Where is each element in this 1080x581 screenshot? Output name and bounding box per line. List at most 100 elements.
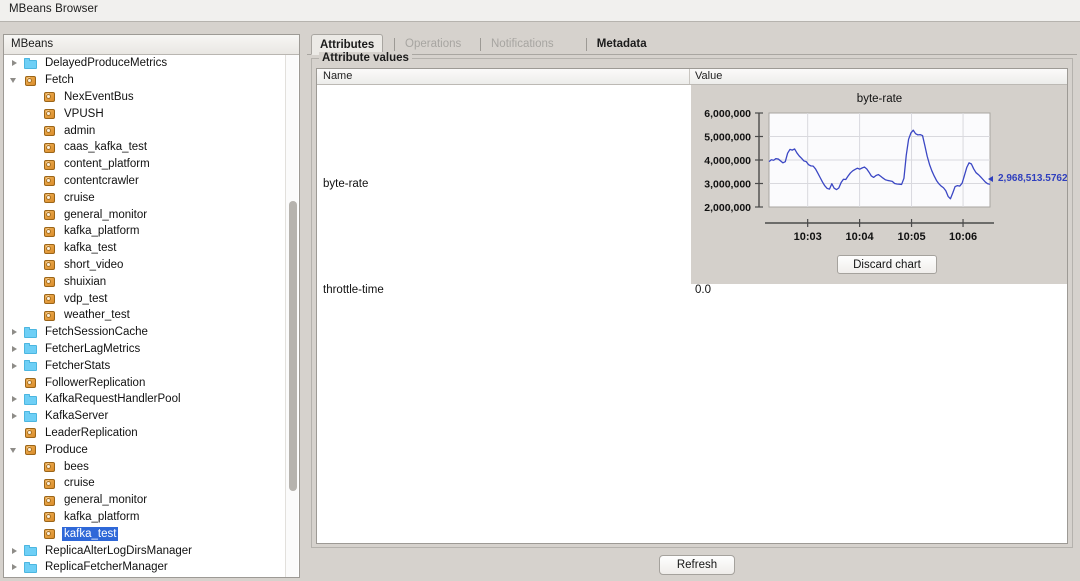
chevron-down-icon[interactable]	[9, 72, 23, 88]
svg-text:2,000,000: 2,000,000	[704, 202, 751, 214]
mbean-icon	[42, 225, 58, 238]
tree-item-vdp-test[interactable]: vdp_test	[4, 290, 299, 307]
tree-item-followerreplication[interactable]: FollowerReplication	[4, 374, 299, 391]
mbean-icon	[42, 191, 58, 204]
tree-item-cruise[interactable]: cruise	[4, 475, 299, 492]
chevron-right-icon[interactable]	[9, 408, 23, 424]
tree-item-kafkaserver[interactable]: KafkaServer	[4, 408, 299, 425]
attributes-table[interactable]: Name Value byte-rate byte-rate 2,000,000…	[316, 68, 1068, 544]
tree-item-nexeventbus[interactable]: NexEventBus	[4, 89, 299, 106]
tree-item-leaderreplication[interactable]: LeaderReplication	[4, 425, 299, 442]
tree-item-delayedproducemetrics[interactable]: DelayedProduceMetrics	[4, 55, 299, 72]
tree-item-cruise[interactable]: cruise	[4, 189, 299, 206]
mbean-icon	[42, 90, 58, 103]
tree-item-contentcrawler[interactable]: contentcrawler	[4, 173, 299, 190]
tree-item-general-monitor[interactable]: general_monitor	[4, 206, 299, 223]
chevron-right-icon[interactable]	[9, 391, 23, 407]
mbeans-browser-window: MBeans Browser MBeans DelayedProduceMetr…	[0, 0, 1080, 581]
tree-item-vpush[interactable]: VPUSH	[4, 105, 299, 122]
tree-item-label: caas_kafka_test	[64, 141, 148, 154]
chart-current-value: 2,968,513.5762	[998, 173, 1068, 184]
tree-item-fetch[interactable]: Fetch	[4, 72, 299, 89]
tree-scrollbar-thumb[interactable]	[288, 201, 297, 491]
tree-item-kafka-platform[interactable]: kafka_platform	[4, 509, 299, 526]
tab-metadata[interactable]: Metadata	[589, 34, 655, 55]
mbean-icon	[42, 494, 58, 507]
tree-item-kafka-platform[interactable]: kafka_platform	[4, 223, 299, 240]
tree-item-caas-kafka-test[interactable]: caas_kafka_test	[4, 139, 299, 156]
detail-tabstrip[interactable]: Attributes Operations Notifications Metadat…	[307, 34, 1077, 55]
tree-item-label: FetchSessionCache	[45, 326, 148, 339]
tree-item-fetchsessioncache[interactable]: FetchSessionCache	[4, 324, 299, 341]
tree-item-replicafetchermanager[interactable]: ReplicaFetcherManager	[4, 559, 299, 576]
detail-panel: Attributes Operations Notifications Metadat…	[307, 34, 1077, 578]
column-divider[interactable]	[689, 69, 690, 84]
tree-vertical-scrollbar[interactable]	[285, 55, 298, 577]
chevron-right-icon[interactable]	[9, 341, 23, 357]
tree-item-weather-test[interactable]: weather_test	[4, 307, 299, 324]
chevron-down-icon[interactable]	[9, 442, 23, 458]
mbean-icon	[42, 107, 58, 120]
attributes-table-header: Name Value	[317, 69, 1067, 85]
byte-rate-chart-cell: byte-rate 2,000,000 3,000,000 4,000,000 5,0…	[691, 85, 1068, 284]
tree-item-label: contentcrawler	[64, 174, 139, 187]
folder-icon	[23, 57, 39, 70]
tree-item-bees[interactable]: bees	[4, 458, 299, 475]
tree-item-label: ReplicaAlterLogDirsManager	[45, 544, 193, 557]
attribute-value-throttle-time: 0.0	[695, 284, 711, 296]
chevron-right-icon[interactable]	[9, 559, 23, 575]
discard-chart-button[interactable]: Discard chart	[837, 255, 937, 274]
attribute-values-title: Attribute values	[319, 52, 412, 64]
tree-item-label: weather_test	[64, 309, 130, 322]
folder-icon	[23, 544, 39, 557]
tree-item-label: FetcherStats	[45, 359, 111, 372]
tree-item-shuixian[interactable]: shuixian	[4, 273, 299, 290]
chevron-right-icon[interactable]	[9, 358, 23, 374]
column-header-name[interactable]: Name	[323, 70, 352, 82]
tree-item-label: KafkaServer	[45, 410, 109, 423]
column-header-value[interactable]: Value	[695, 70, 722, 82]
tree-item-general-monitor[interactable]: general_monitor	[4, 492, 299, 509]
mbean-icon	[42, 477, 58, 490]
refresh-button[interactable]: Refresh	[659, 555, 735, 575]
tree-item-short-video[interactable]: short_video	[4, 257, 299, 274]
chevron-right-icon[interactable]	[9, 324, 23, 340]
tree-item-produce[interactable]: Produce	[4, 441, 299, 458]
svg-text:10:05: 10:05	[897, 231, 925, 243]
tree-item-kafka-test[interactable]: kafka_test	[4, 240, 299, 257]
tree-item-label: Fetch	[45, 74, 74, 87]
mbeans-tree-body[interactable]: DelayedProduceMetrics Fetch NexEventBus VPU…	[4, 55, 299, 577]
mbeans-tree-header: MBeans	[4, 35, 299, 55]
tree-item-content-platform[interactable]: content_platform	[4, 156, 299, 173]
mbean-icon	[42, 460, 58, 473]
tree-item-label: cruise	[64, 477, 95, 490]
tree-item-kafka-test[interactable]: kafka_test	[4, 525, 299, 542]
tab-separator	[585, 38, 587, 51]
tree-item-admin[interactable]: admin	[4, 122, 299, 139]
tree-item-fetcherstats[interactable]: FetcherStats	[4, 357, 299, 374]
tree-item-label: KafkaRequestHandlerPool	[45, 393, 181, 406]
folder-icon	[23, 561, 39, 574]
mbeans-tree-panel: MBeans DelayedProduceMetrics Fetch NexEven…	[3, 34, 300, 578]
tree-item-kafkarequesthandlerpool[interactable]: KafkaRequestHandlerPool	[4, 391, 299, 408]
tree-item-replicaalterlogdirsmanager[interactable]: ReplicaAlterLogDirsManager	[4, 542, 299, 559]
mbean-icon	[23, 443, 39, 456]
chevron-right-icon[interactable]	[9, 543, 23, 559]
folder-icon	[23, 410, 39, 423]
chevron-right-icon[interactable]	[9, 55, 23, 71]
tab-notifications: Notifications	[491, 38, 554, 50]
tree-item-label: DelayedProduceMetrics	[45, 57, 168, 70]
tree-item-label: LeaderReplication	[45, 426, 138, 439]
tree-item-fetcherlagmetrics[interactable]: FetcherLagMetrics	[4, 341, 299, 358]
